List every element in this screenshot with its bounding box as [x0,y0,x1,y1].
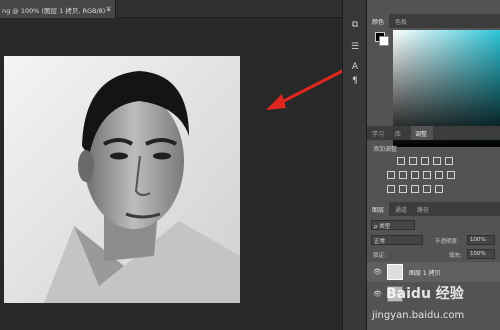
hue-saturation-icon[interactable] [387,171,395,179]
levels-icon[interactable] [409,157,417,165]
visibility-eye-icon[interactable]: 👁 [373,268,382,276]
layers-panel-icon[interactable]: ☰ [348,40,362,54]
document-tab-title: ng @ 100% (图层 1 拷贝, RGB/8) * [2,7,111,15]
tab-adjustments[interactable]: 调整 [415,129,427,138]
color-balance-icon[interactable] [399,171,407,179]
tab-libraries[interactable]: 库 [395,129,401,138]
brightness-icon[interactable] [397,157,405,165]
color-lookup-icon[interactable] [447,171,455,179]
tab-color[interactable]: 颜色 [372,17,384,26]
exposure-icon[interactable] [433,157,441,165]
fill-label: 填充: [449,253,462,259]
lock-label: 锁定: [373,253,386,259]
layer-name[interactable]: 图层 1 拷贝 [409,268,441,277]
paragraph-icon[interactable]: ¶ [348,74,362,88]
posterize-icon[interactable] [399,185,407,193]
fill-input[interactable]: 100% [467,249,495,259]
invert-icon[interactable] [387,185,395,193]
document-tab[interactable]: ng @ 100% (图层 1 拷贝, RGB/8) * × [0,0,116,18]
panel-icon-strip: ⧉ ☰ A ¶ [342,0,367,330]
photo-filter-icon[interactable] [423,171,431,179]
tab-learn[interactable]: 学习 [372,129,384,138]
opacity-input[interactable]: 100% [467,235,495,245]
tab-swatches[interactable]: 色板 [395,17,407,26]
color-panel-tabs: 颜色 色板 [367,14,500,28]
visibility-eye-icon[interactable]: 👁 [373,290,382,298]
black-white-icon[interactable] [411,171,419,179]
channel-mixer-icon[interactable] [435,171,443,179]
selective-color-icon[interactable] [435,185,443,193]
right-panel: 颜色 色板 学习 库 调整 添加调整 图层 通道 路径 ρ 类型 正常 不透明度… [367,0,500,330]
tab-layers[interactable]: 图层 [372,205,384,214]
vibrance-icon[interactable] [445,157,453,165]
blend-mode-select[interactable]: 正常 [371,235,423,245]
layers-panel-tabs: 图层 通道 路径 [367,202,500,216]
layer-row-selected[interactable]: 👁 图层 1 拷贝 [367,262,500,282]
adjustments-panel-tabs: 学习 库 调整 [367,126,500,140]
layer-thumbnail [387,264,403,280]
tab-channels[interactable]: 通道 [395,205,407,214]
baidu-watermark: Baidu 经验 [386,286,464,302]
adjustments-heading: 添加调整 [373,146,398,153]
baidu-watermark-url: jingyan.baidu.com [372,310,465,321]
gradient-map-icon[interactable] [423,185,431,193]
threshold-icon[interactable] [411,185,419,193]
background-color-swatch[interactable] [379,36,389,46]
tab-paths[interactable]: 路径 [417,205,429,214]
type-tool-icon[interactable]: A [348,60,362,74]
tab-bar-empty [116,0,342,18]
layer-filter-select[interactable]: ρ 类型 [371,220,415,230]
curves-icon[interactable] [421,157,429,165]
arrange-icon[interactable]: ⧉ [348,18,362,32]
portrait-image [4,56,240,303]
close-icon[interactable]: × [105,4,112,13]
opacity-label: 不透明度: [435,239,459,245]
